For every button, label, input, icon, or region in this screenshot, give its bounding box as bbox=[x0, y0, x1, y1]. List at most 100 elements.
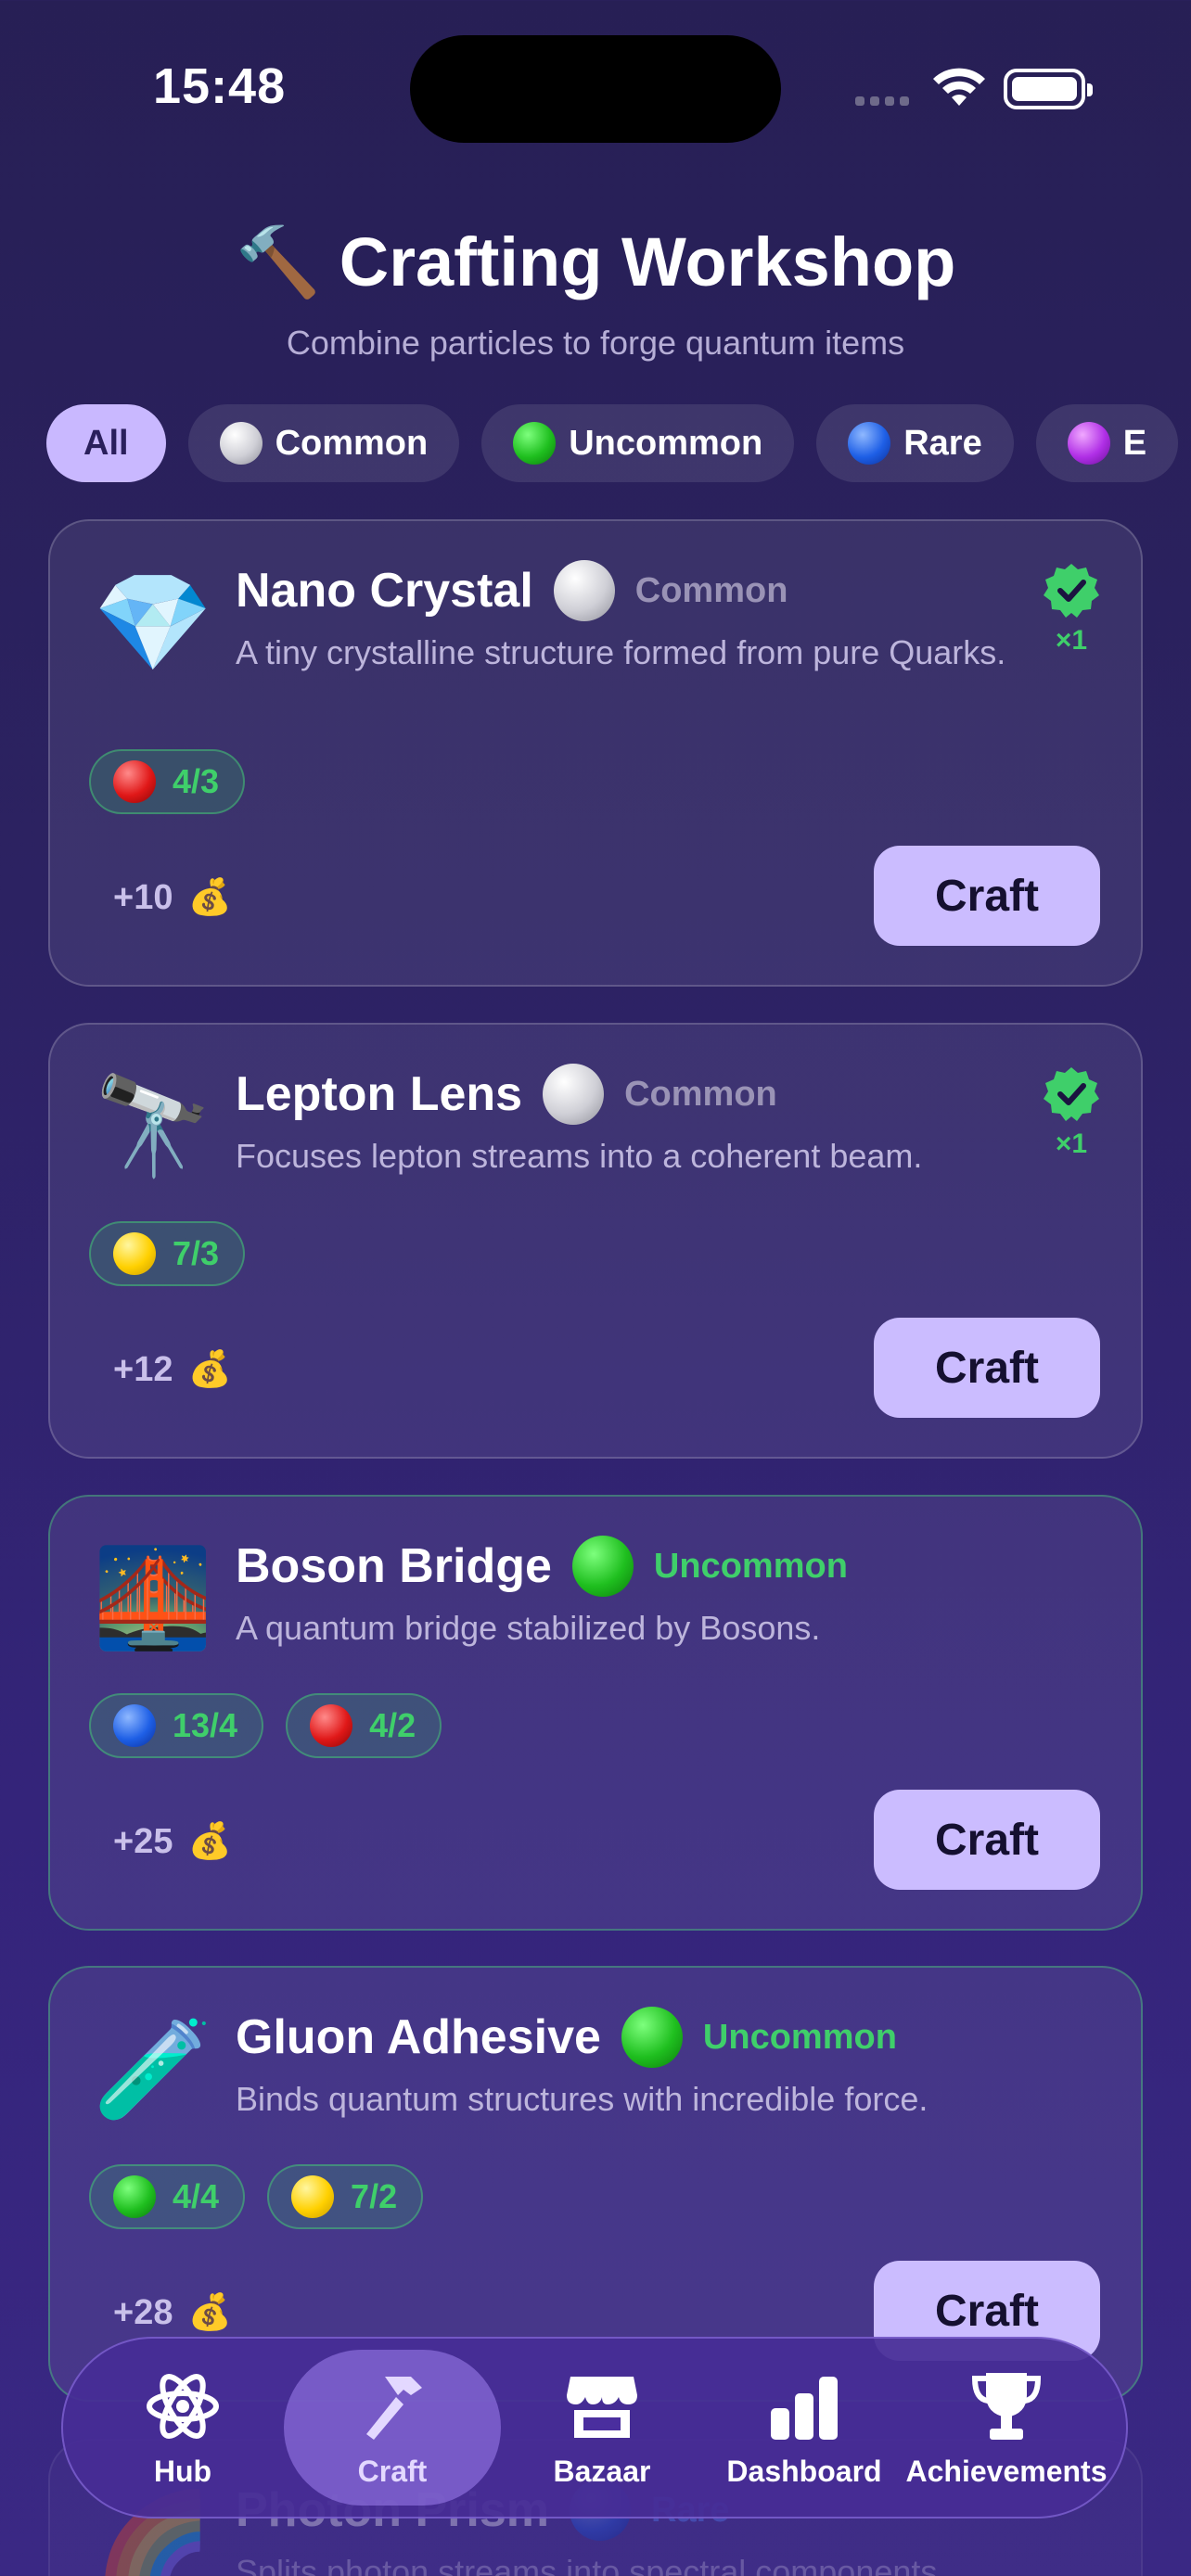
reward: +12 💰 bbox=[113, 1349, 232, 1390]
owned-indicator: ×1 bbox=[1043, 562, 1100, 657]
rarity-label: Uncommon bbox=[653, 1546, 848, 1586]
requirement-list: 13/4 4/2 bbox=[89, 1693, 442, 1758]
common-orb-icon bbox=[543, 1064, 605, 1125]
hammer-icon: 🔨 bbox=[235, 223, 321, 300]
filter-chip-label: Uncommon bbox=[569, 423, 763, 463]
item-name: Boson Bridge bbox=[236, 1539, 552, 1593]
filter-chip-uncommon[interactable]: Uncommon bbox=[481, 404, 795, 482]
red-orb-icon bbox=[113, 760, 156, 803]
uncommon-orb-icon bbox=[571, 1536, 634, 1597]
yellow-orb-icon bbox=[113, 1232, 156, 1275]
storefront-icon bbox=[567, 2376, 637, 2438]
item-description: A quantum bridge stabilized by Bosons. bbox=[236, 1609, 821, 1647]
tab-dashboard[interactable]: Dashboard bbox=[703, 2350, 905, 2506]
craft-card-boson-bridge: 🌉 Boson Bridge Uncommon A quantum bridge… bbox=[48, 1495, 1143, 1931]
reward-amount: +12 bbox=[113, 1349, 173, 1389]
atom-icon bbox=[147, 2373, 219, 2439]
filter-chip-common[interactable]: Common bbox=[187, 404, 460, 482]
tab-hub[interactable]: Hub bbox=[82, 2350, 284, 2506]
money-bag-icon: 💰 bbox=[187, 2293, 232, 2332]
rarity-label: Uncommon bbox=[702, 2017, 897, 2057]
requirement-list: 4/3 bbox=[89, 749, 246, 814]
tab-label: Bazaar bbox=[553, 2454, 651, 2488]
filter-chip-label: E bbox=[1122, 423, 1147, 463]
filter-chip-all[interactable]: All bbox=[46, 404, 166, 482]
telescope-icon: 🔭 bbox=[93, 1073, 213, 1180]
requirement-count: 7/3 bbox=[173, 1234, 220, 1272]
owned-count: ×1 bbox=[1055, 1129, 1088, 1159]
page-subtitle: Combine particles to forge quantum items bbox=[286, 324, 905, 362]
owned-count: ×1 bbox=[1055, 625, 1088, 656]
reward-amount: +25 bbox=[113, 1821, 173, 1861]
craft-button[interactable]: Craft bbox=[874, 1790, 1100, 1890]
rarity-filter-bar: All Common Uncommon Rare E bbox=[46, 404, 1179, 482]
filter-chip-epic[interactable]: E bbox=[1035, 404, 1179, 482]
item-name: Lepton Lens bbox=[236, 1067, 523, 1121]
requirement-pill: 7/3 bbox=[89, 1221, 246, 1286]
reward-amount: +28 bbox=[113, 2292, 173, 2332]
filter-chip-rare[interactable]: Rare bbox=[816, 404, 1014, 482]
verified-check-icon bbox=[1044, 564, 1099, 618]
blue-orb-icon bbox=[113, 1704, 156, 1747]
reward: +28 💰 bbox=[113, 2292, 232, 2333]
yellow-orb-icon bbox=[291, 2175, 335, 2218]
uncommon-orb-icon bbox=[621, 2007, 683, 2068]
green-orb-icon bbox=[113, 2175, 156, 2218]
uncommon-orb-icon bbox=[513, 422, 557, 465]
requirement-pill: 4/3 bbox=[89, 749, 246, 814]
red-orb-icon bbox=[310, 1704, 353, 1747]
item-description: A tiny crystalline structure formed from… bbox=[236, 633, 1006, 671]
status-bar: 15:48 bbox=[0, 0, 1191, 143]
filter-chip-label: All bbox=[83, 423, 129, 463]
item-name: Gluon Adhesive bbox=[236, 2010, 601, 2064]
page-title: Crafting Workshop bbox=[339, 223, 956, 300]
status-time: 15:48 bbox=[153, 58, 287, 114]
wifi-icon bbox=[933, 68, 985, 106]
requirement-list: 4/4 7/2 bbox=[89, 2164, 424, 2229]
test-tube-icon: 🧪 bbox=[93, 2016, 213, 2123]
craft-card-lepton-lens: 🔭 Lepton Lens Common Focuses lepton stre… bbox=[48, 1023, 1143, 1459]
requirement-count: 7/2 bbox=[351, 2177, 398, 2215]
common-orb-icon bbox=[553, 560, 615, 621]
tab-achievements[interactable]: Achievements bbox=[905, 2350, 1108, 2506]
craft-card-nano-crystal: 💎 Nano Crystal Common A tiny crystalline… bbox=[48, 519, 1143, 987]
item-description: Binds quantum structures with incredible… bbox=[236, 2080, 928, 2118]
tab-craft[interactable]: Craft bbox=[284, 2350, 501, 2506]
craft-button[interactable]: Craft bbox=[874, 1318, 1100, 1418]
tab-label: Hub bbox=[153, 2454, 212, 2488]
trophy-icon bbox=[971, 2372, 1042, 2440]
hammer-icon bbox=[366, 2376, 422, 2440]
epic-orb-icon bbox=[1067, 422, 1110, 465]
tab-label: Dashboard bbox=[726, 2454, 882, 2488]
page-header: 🔨 Crafting Workshop Combine particles to… bbox=[0, 223, 1191, 363]
item-name: Nano Crystal bbox=[236, 564, 533, 618]
money-bag-icon: 💰 bbox=[187, 878, 232, 917]
owned-indicator: ×1 bbox=[1043, 1065, 1100, 1160]
craft-button[interactable]: Craft bbox=[874, 846, 1100, 946]
rarity-label: Common bbox=[624, 1074, 777, 1114]
bridge-icon: 🌉 bbox=[93, 1545, 213, 1652]
filter-chip-label: Common bbox=[275, 423, 429, 463]
tab-label: Achievements bbox=[905, 2454, 1108, 2488]
cellular-signal-icon bbox=[855, 96, 909, 106]
requirement-pill: 13/4 bbox=[89, 1693, 264, 1758]
battery-icon bbox=[1004, 69, 1093, 109]
requirement-count: 4/2 bbox=[369, 1706, 416, 1744]
money-bag-icon: 💰 bbox=[187, 1822, 232, 1861]
reward: +25 💰 bbox=[113, 1821, 232, 1862]
common-orb-icon bbox=[219, 422, 263, 465]
verified-check-icon bbox=[1044, 1067, 1099, 1121]
requirement-pill: 4/4 bbox=[89, 2164, 246, 2229]
bottom-tab-bar: Hub Craft Bazaar Dashboard Achievements bbox=[61, 2337, 1128, 2519]
requirement-count: 4/3 bbox=[173, 762, 220, 800]
item-description: Focuses lepton streams into a coherent b… bbox=[236, 1137, 923, 1175]
rare-orb-icon bbox=[848, 422, 891, 465]
dynamic-island bbox=[410, 35, 781, 143]
item-description: Splits photon streams into spectral comp… bbox=[236, 2553, 938, 2576]
gem-icon: 💎 bbox=[93, 569, 213, 677]
requirement-count: 13/4 bbox=[173, 1706, 238, 1744]
requirement-pill: 4/2 bbox=[286, 1693, 442, 1758]
tab-bazaar[interactable]: Bazaar bbox=[501, 2350, 703, 2506]
money-bag-icon: 💰 bbox=[187, 1350, 232, 1389]
requirement-list: 7/3 bbox=[89, 1221, 246, 1286]
